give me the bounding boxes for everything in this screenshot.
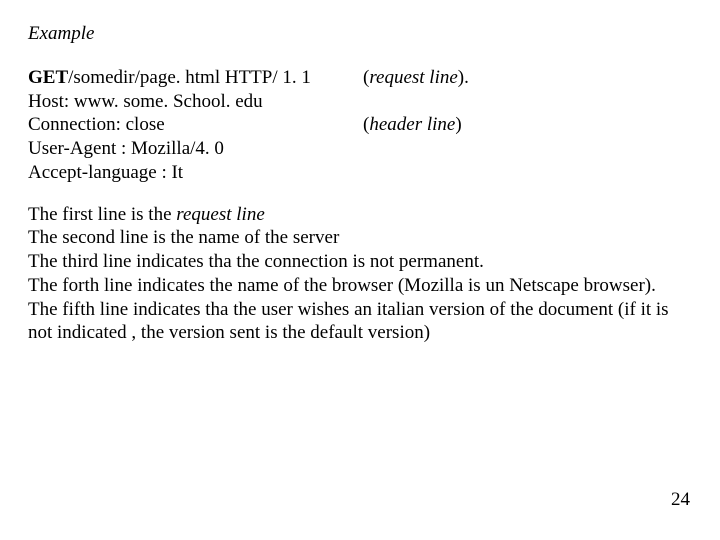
explanation-line-1-prefix: The first line is the <box>28 204 176 225</box>
header-accept-language-text: Accept-language : It <box>28 161 363 185</box>
header-line-accept-language: Accept-language : It <box>28 161 692 185</box>
header-user-agent-text: User-Agent : Mozilla/4. 0 <box>28 137 363 161</box>
annotation-italic: header line <box>369 114 455 135</box>
annotation-italic: request line <box>369 67 457 88</box>
method-token: GET <box>28 67 68 88</box>
request-line: GET/somedir/page. html HTTP/ 1. 1 (reque… <box>28 66 692 90</box>
request-line-annotation: (request line). <box>363 66 692 90</box>
explanation-block: The first line is the request line The s… <box>28 203 692 346</box>
explanation-line-2: The second line is the name of the serve… <box>28 226 692 250</box>
explanation-line-1-italic: request line <box>176 204 264 225</box>
explanation-line-4: The forth line indicates the name of the… <box>28 274 692 298</box>
page-number: 24 <box>671 488 690 512</box>
header-host-text: Host: www. some. School. edu <box>28 90 363 114</box>
slide-page: Example GET/somedir/page. html HTTP/ 1. … <box>0 0 720 540</box>
explanation-line-3: The third line indicates tha the connect… <box>28 250 692 274</box>
request-line-text: GET/somedir/page. html HTTP/ 1. 1 <box>28 66 363 90</box>
header-connection-text: Connection: close <box>28 113 363 137</box>
explanation-line-1: The first line is the request line <box>28 203 692 227</box>
header-line-user-agent: User-Agent : Mozilla/4. 0 <box>28 137 692 161</box>
annotation-suffix: ). <box>458 67 469 88</box>
request-line-rest: /somedir/page. html HTTP/ 1. 1 <box>68 67 311 88</box>
header-line-connection: Connection: close (header line) <box>28 113 692 137</box>
http-request-block: GET/somedir/page. html HTTP/ 1. 1 (reque… <box>28 66 692 185</box>
header-line-annotation: (header line) <box>363 113 692 137</box>
header-line-host: Host: www. some. School. edu <box>28 90 692 114</box>
example-heading: Example <box>28 22 692 46</box>
annotation-suffix: ) <box>455 114 461 135</box>
explanation-line-5: The fifth line indicates tha the user wi… <box>28 298 692 346</box>
